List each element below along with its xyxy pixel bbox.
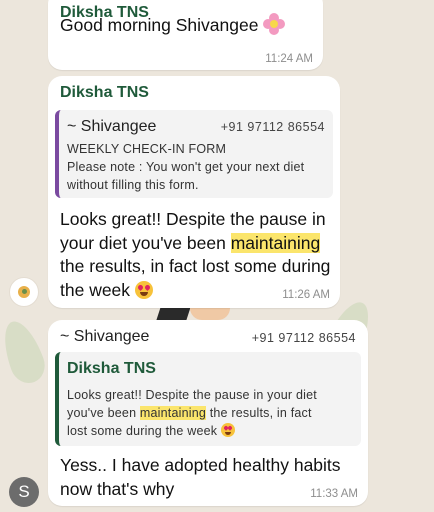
sender-avatar[interactable] — [9, 277, 39, 307]
highlighted-word: maintaining — [230, 232, 321, 253]
quoted-line: WEEKLY CHECK-IN FORM — [67, 142, 227, 156]
quoted-line: without filling this form. — [67, 178, 199, 192]
message-time: 11:24 AM — [265, 53, 313, 65]
message-bubble[interactable]: Diksha TNS Good morning Shivangee 11:24 … — [48, 0, 323, 70]
quoted-line: you've been maintaining the results, in … — [67, 406, 312, 420]
user-avatar[interactable]: S — [9, 477, 39, 507]
sender-name[interactable]: ~ Shivangee — [60, 328, 149, 346]
highlighted-word: maintaining — [139, 406, 207, 420]
quoted-author: Diksha TNS — [67, 360, 156, 377]
heart-eyes-emoji-icon — [220, 423, 235, 437]
sender-name[interactable]: Diksha TNS — [60, 84, 149, 102]
message-time: 11:33 AM — [310, 488, 358, 500]
message-text: Looks great!! Despite the pause in your … — [60, 209, 331, 300]
message-bubble[interactable]: ~ Shivangee +91 97112 86554 Diksha TNS L… — [48, 320, 368, 506]
flower-emoji-icon — [263, 13, 286, 35]
sender-phone: +91 97112 86554 — [251, 331, 356, 345]
message-bubble[interactable]: Diksha TNS ~ Shivangee +91 97112 86554 W… — [48, 76, 340, 308]
quoted-line: Please note : You won't get your next di… — [67, 160, 305, 174]
quoted-phone: +91 97112 86554 — [220, 120, 325, 134]
heart-eyes-emoji-icon — [134, 280, 153, 299]
message-text: Good morning Shivangee — [60, 13, 310, 38]
quoted-message[interactable]: ~ Shivangee +91 97112 86554 WEEKLY CHECK… — [55, 110, 333, 198]
quoted-author: ~ Shivangee — [67, 118, 157, 135]
wallpaper-leaf — [0, 316, 50, 388]
quoted-line: lost some during the week — [67, 422, 235, 440]
message-time: 11:26 AM — [282, 289, 330, 301]
quoted-message[interactable]: Diksha TNS Looks great!! Despite the pau… — [55, 352, 361, 446]
quoted-line: Looks great!! Despite the pause in your … — [67, 388, 317, 402]
